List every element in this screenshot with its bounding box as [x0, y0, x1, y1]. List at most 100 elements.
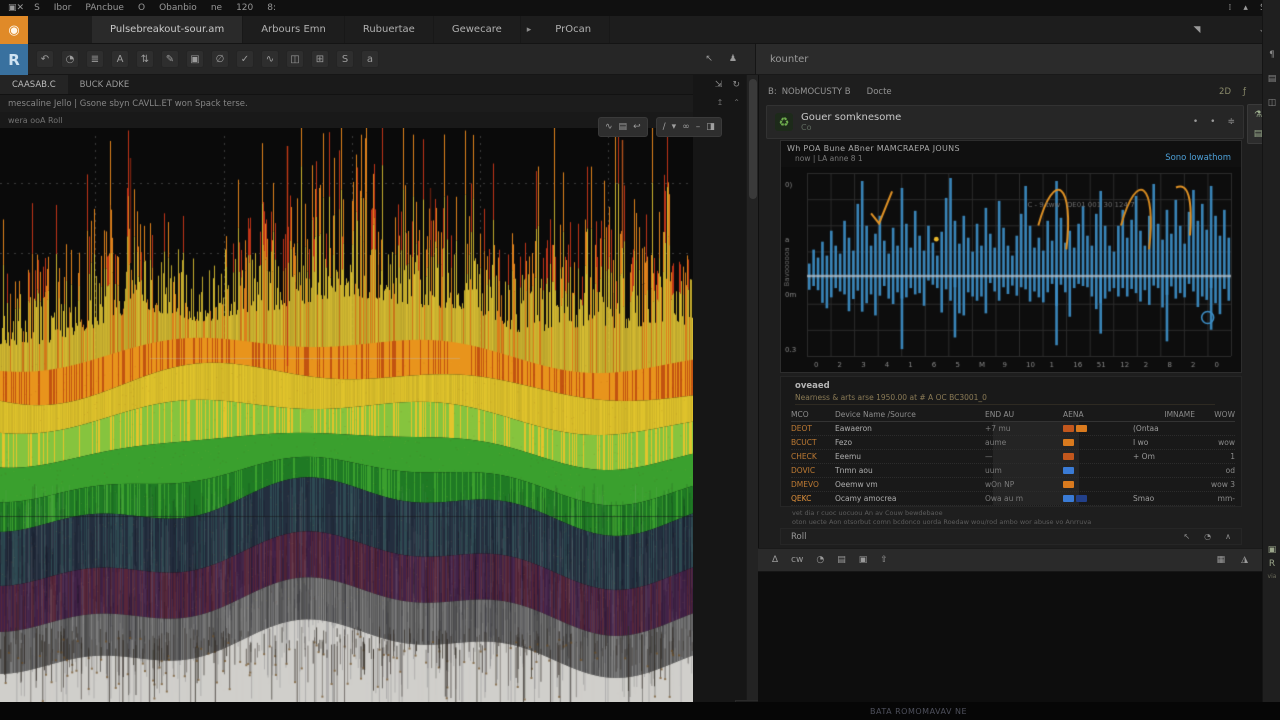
edge-mid-label: via [1268, 573, 1277, 580]
toolbar-cursor-icon[interactable]: ↖ [705, 54, 713, 64]
toolbar-format-icon[interactable]: A [111, 50, 129, 68]
console-tool-right-icon-1[interactable]: ◮ [1241, 555, 1248, 565]
plot-tool-icon-1-2[interactable]: ∞ [682, 122, 690, 132]
plot-tool-icon-1-0[interactable]: ∕ [663, 122, 666, 132]
menu-item-0[interactable]: S [34, 3, 40, 13]
chart-link[interactable]: Sono lowathom [1165, 153, 1231, 163]
card-right-icon-2[interactable]: ≑ [1227, 117, 1235, 127]
gutter-icons: ⇲↻ [698, 80, 744, 90]
window-icon[interactable]: ▣ [8, 3, 17, 13]
console-tool-icon-4[interactable]: ▣ [859, 555, 868, 565]
plot-tool-icon-0-2[interactable]: ↩ [633, 122, 641, 132]
toolbar-segments-icon[interactable]: ≣ [86, 50, 104, 68]
addins-bar[interactable]: kounter [755, 44, 1262, 75]
badge-fx-icon[interactable]: ƒ [1243, 87, 1246, 97]
console-tool-icon-3[interactable]: ▤ [837, 555, 846, 565]
dots-icon[interactable]: ⁞ [1229, 3, 1232, 13]
plot-tool-icon-1-1[interactable]: ▾ [672, 122, 677, 132]
card-side-icon-0[interactable]: ⚗ [1254, 110, 1262, 120]
table-row[interactable]: DMEVOOeemw vmwOn NPwow 3 [791, 478, 1235, 492]
edge-mid-icon-1[interactable]: R [1269, 559, 1275, 569]
console-tool-right-icon-0[interactable]: ▦ [1217, 555, 1226, 565]
plot-tool-icon-1-4[interactable]: ◨ [706, 122, 715, 132]
editor-tab-2[interactable]: Rubuertae [345, 16, 434, 43]
signal-icon[interactable]: ◥ [1194, 25, 1201, 35]
color-chip [1063, 467, 1074, 474]
project-icon[interactable]: ◉ [0, 16, 28, 44]
toolbar-history-icon[interactable]: ◔ [61, 50, 79, 68]
plot-tool-icon-1-3[interactable]: – [696, 122, 701, 132]
footer-icon-1[interactable]: ◔ [1204, 532, 1211, 541]
plot-tool-icon-0-1[interactable]: ▤ [619, 122, 628, 132]
toolbar-edit-icon[interactable]: ✎ [161, 50, 179, 68]
toolbar-panes-icon[interactable]: ◫ [286, 50, 304, 68]
toolbar-grid-icon[interactable]: ⊞ [311, 50, 329, 68]
source-card[interactable]: ♻ Gouer somknesome Co ••≑ ⚗▤ [766, 105, 1244, 139]
editor-tab-1[interactable]: Arbours Emn [243, 16, 345, 43]
caret-icon[interactable]: ▴ [1243, 3, 1248, 13]
table-row[interactable]: DOVICTnmn aouuumod [791, 464, 1235, 478]
toolbar-s-label-icon[interactable]: S [336, 50, 354, 68]
right-pane-tab-1[interactable]: Docte [867, 87, 892, 97]
card-side-icon-1[interactable]: ▤ [1254, 129, 1263, 139]
menu-item-3[interactable]: O [138, 3, 145, 13]
menu-item-2[interactable]: PAncbue [85, 3, 124, 13]
table-row[interactable]: DEOTEawaeron+7 mu(Ontaa [791, 422, 1235, 436]
menu-item-7[interactable]: 8: [267, 3, 276, 13]
editor-tabbar: ◉ Pulsebreakout-sour.amArbours EmnRubuer… [0, 16, 1280, 44]
console-tool-icon-5[interactable]: ⇧ [880, 555, 888, 565]
console-tool-icon-0[interactable]: ∆ [772, 555, 778, 565]
console-tool-icon-1[interactable]: cw [791, 555, 803, 565]
editor-tab-3[interactable]: Gewecare [434, 16, 521, 43]
left-pane-tab-0[interactable]: CAASAB.C [0, 75, 68, 94]
console-tool-icon-2[interactable]: ◔ [816, 555, 824, 565]
edge-mid-icon-0[interactable]: ▣ [1268, 545, 1277, 555]
console-area[interactable] [758, 572, 1262, 702]
close-icon[interactable]: ✕ [17, 3, 25, 13]
plot-toolbar-group-0: ∿ ▤ ↩ [598, 117, 648, 137]
left-pane-tab-1[interactable]: BUCK ADKE [68, 75, 142, 94]
refresh-icon[interactable]: ↻ [732, 80, 740, 90]
footer-icon-2[interactable]: ∧ [1225, 532, 1231, 541]
edge-icon-0[interactable]: ¶ [1269, 50, 1275, 60]
up-icon[interactable]: ↥ [717, 98, 724, 107]
row-name: Eeemu [835, 452, 985, 461]
menu-item-4[interactable]: Obanbio [159, 3, 197, 13]
toolbar-wave-icon[interactable]: ∿ [261, 50, 279, 68]
toolbar-user-icon[interactable]: ♟ [729, 54, 737, 64]
scrollbar-thumb[interactable] [749, 79, 757, 199]
editor-tab-4[interactable]: PrOcan [537, 16, 610, 43]
edge-icon-1[interactable]: ▤ [1268, 74, 1277, 84]
menu-item-6[interactable]: 120 [236, 3, 253, 13]
row-chips [1063, 425, 1133, 432]
color-chip [1063, 439, 1074, 446]
row-col5: (Ontaa [1133, 424, 1195, 433]
card-right-icon-1[interactable]: • [1210, 117, 1215, 127]
toolbar-target-icon[interactable]: ▣ [186, 50, 204, 68]
card-right-icon-0[interactable]: • [1193, 117, 1198, 127]
export-icon[interactable]: ⇲ [715, 80, 723, 90]
left-pane-sub-line: wera ooA Roll [0, 112, 693, 128]
toolbar-check-icon[interactable]: ✓ [236, 50, 254, 68]
vertical-scrollbar[interactable] [746, 75, 758, 702]
plot-tool-icon-0-0[interactable]: ∿ [605, 122, 613, 132]
menu-item-5[interactable]: ne [211, 3, 222, 13]
toolbar-a-label-icon[interactable]: a [361, 50, 379, 68]
toolbar-back-icon[interactable]: ↶ [36, 50, 54, 68]
toolbar-run-icon[interactable]: ∅ [211, 50, 229, 68]
footer-icon-0[interactable]: ↖ [1183, 532, 1190, 541]
editor-tab-0[interactable]: Pulsebreakout-sour.am [92, 16, 243, 43]
toolbar-sync-icon[interactable]: ⇅ [136, 50, 154, 68]
results-table: MCODevice Name /SourceEND AUAENAIMNAMEWO… [791, 407, 1235, 506]
row-name: Fezo [835, 438, 985, 447]
right-pane-tab-0[interactable]: B:NObMOCUSTY B [768, 87, 851, 97]
badge-2d[interactable]: 2D [1219, 87, 1231, 97]
more-icon[interactable]: ⌃ [733, 98, 740, 107]
menu-item-1[interactable]: Ibor [54, 3, 72, 13]
table-row[interactable]: BCUCTFezoaumeI wowow [791, 436, 1235, 450]
table-row[interactable]: QEKCOcamy amocreaOwa au mSmaomm- [791, 492, 1235, 506]
table-row[interactable]: CHECKEeemu—+ Om1 [791, 450, 1235, 464]
titlebar: ▣✕ SIborPAncbueOObanbione1208: ⁞▴SA [0, 0, 1280, 16]
edge-icon-2[interactable]: ◫ [1268, 98, 1277, 108]
card-subtitle: Co [801, 123, 901, 132]
